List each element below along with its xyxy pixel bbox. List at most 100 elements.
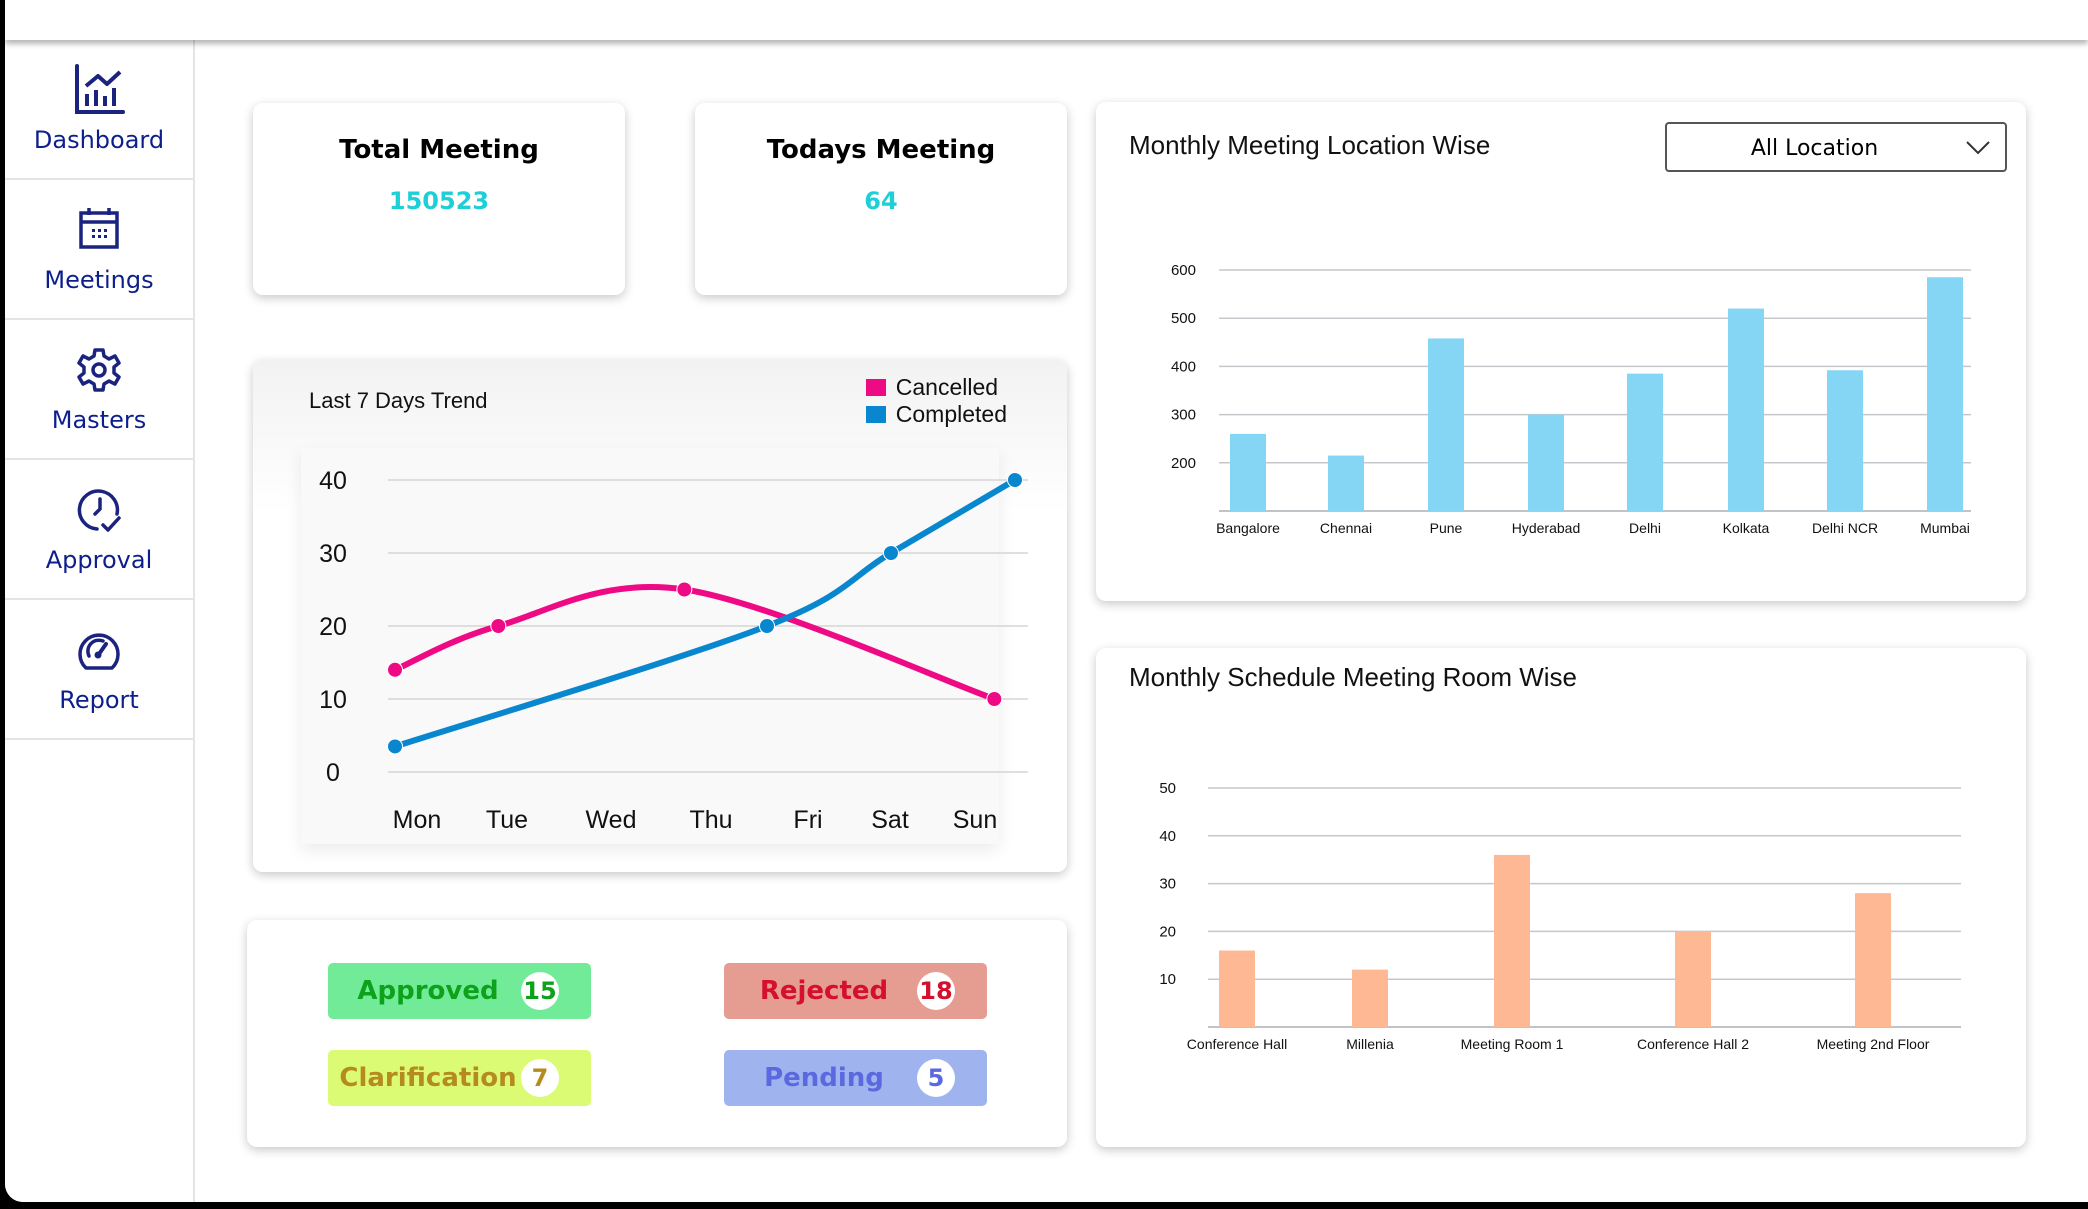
sidebar-item-label: Masters [51, 406, 147, 434]
x-tick-label: Delhi NCR [1812, 520, 1878, 536]
sidebar: Dashboard Meetings Masters Approval Repo… [5, 40, 195, 1202]
bar [1328, 455, 1364, 511]
data-point-cancelled [676, 581, 693, 598]
series-line-cancelled [392, 584, 998, 702]
bar [1927, 277, 1963, 511]
todays-meeting-value: 64 [864, 187, 898, 215]
y-tick-label: 400 [1171, 358, 1196, 375]
total-meeting-card: Total Meeting 150523 [253, 103, 625, 295]
todays-meeting-title: Todays Meeting [766, 135, 996, 165]
y-tick-label: 200 [1171, 455, 1196, 472]
top-header-bar [5, 0, 2088, 40]
x-tick-label: Sun [953, 806, 997, 834]
location-bar-chart: 200 300 400 500 600 Bangalore Chennai Pune Hyder… [1171, 262, 1971, 536]
sidebar-item-approval[interactable]: Approval [5, 460, 193, 600]
bar [1352, 969, 1388, 1027]
data-point-cancelled [490, 618, 507, 634]
x-tick-label: Thu [689, 806, 732, 834]
pending-label: Pending [764, 1063, 884, 1093]
clock-check-icon [77, 489, 121, 532]
approved-label: Approved [357, 976, 499, 1006]
bar [1627, 373, 1663, 511]
y-tick-label: 0 [326, 759, 340, 787]
x-tick-label: Kolkata [1723, 520, 1770, 536]
y-tick-label: 30 [319, 540, 347, 568]
x-tick-label: Conference Hall 2 [1637, 1036, 1749, 1052]
sidebar-item-dashboard[interactable]: Dashboard [5, 40, 193, 180]
x-tick-label: Hyderabad [1512, 520, 1581, 536]
y-tick-label: 10 [319, 686, 347, 714]
x-tick-label: Meeting Room 1 [1461, 1036, 1564, 1052]
y-tick-label: 500 [1171, 310, 1196, 327]
rejected-label: Rejected [759, 976, 889, 1006]
sidebar-item-label: Dashboard [33, 126, 165, 154]
y-tick-label: 40 [1159, 828, 1176, 845]
status-summary-card: Approved 15 Rejected 18 Clarification 7 … [247, 920, 1067, 1147]
trend-chart-card: Last 7 Days Trend Cancelled Completed 01… [253, 360, 1067, 872]
x-tick-label: Conference Hall [1187, 1036, 1287, 1052]
x-tick-label: Tue [486, 806, 528, 834]
sidebar-item-report[interactable]: Report [5, 600, 193, 740]
app-screen: Dashboard Meetings Masters Approval Repo… [5, 0, 2088, 1202]
x-tick-label: Bangalore [1216, 520, 1280, 536]
y-tick-label: 300 [1171, 407, 1196, 424]
gear-icon [77, 348, 121, 392]
pending-status-button[interactable]: Pending 5 [724, 1050, 987, 1106]
x-tick-label: Mumbai [1920, 520, 1970, 536]
y-tick-label: 600 [1171, 262, 1196, 279]
y-tick-label: 20 [1159, 923, 1176, 940]
chart-icon [75, 64, 125, 114]
data-point-cancelled [387, 661, 403, 678]
y-tick-label: 50 [1159, 780, 1176, 797]
location-chart-card: Monthly Meeting Location Wise All Locati… [1096, 102, 2026, 601]
trend-chart: 0 10 20 30 40 Mon Tue Wed Thu Fri Sat Sun [319, 467, 1028, 834]
x-tick-label: Fri [793, 806, 822, 834]
x-tick-label: Meeting 2nd Floor [1817, 1036, 1930, 1052]
clarification-count: 7 [521, 1059, 559, 1097]
sidebar-item-label: Report [59, 686, 139, 714]
y-tick-label: 40 [319, 467, 347, 495]
y-tick-label: 20 [319, 613, 347, 641]
total-meeting-title: Total Meeting [339, 135, 539, 165]
data-point-completed [883, 545, 899, 561]
bar [1428, 338, 1464, 511]
sidebar-item-label: Meetings [44, 266, 154, 294]
approved-status-button[interactable]: Approved 15 [328, 963, 591, 1019]
clarification-label: Clarification [339, 1063, 517, 1093]
y-tick-label: 30 [1159, 876, 1176, 893]
room-bar-chart: 10 20 30 40 50 Conference Hall Millenia Meeting… [1159, 780, 1961, 1052]
total-meeting-value: 150523 [388, 187, 490, 215]
bar [1728, 308, 1764, 511]
bar [1675, 931, 1711, 1027]
bar [1528, 414, 1564, 511]
calendar-icon [79, 208, 119, 249]
todays-meeting-card: Todays Meeting 64 [695, 103, 1067, 295]
x-tick-label: Wed [586, 806, 637, 834]
data-point-completed [387, 738, 403, 755]
x-tick-label: Delhi [1629, 520, 1661, 536]
x-tick-label: Sat [871, 806, 909, 834]
rejected-status-button[interactable]: Rejected 18 [724, 963, 987, 1019]
x-tick-label: Mon [393, 806, 442, 834]
approved-count: 15 [521, 972, 559, 1010]
room-chart-card: Monthly Schedule Meeting Room Wise 10 20 3… [1096, 648, 2026, 1147]
data-point-completed [1007, 472, 1023, 488]
sidebar-item-meetings[interactable]: Meetings [5, 180, 193, 320]
bar [1827, 370, 1863, 511]
pending-count: 5 [917, 1059, 955, 1097]
x-tick-label: Chennai [1320, 520, 1372, 536]
data-point-completed [759, 618, 775, 634]
series-line-completed [392, 477, 1018, 750]
bar [1230, 433, 1266, 511]
data-point-cancelled [986, 691, 1003, 707]
rejected-count: 18 [917, 972, 955, 1010]
speedometer-icon [78, 633, 120, 670]
sidebar-item-masters[interactable]: Masters [5, 320, 193, 460]
x-tick-label: Pune [1430, 520, 1463, 536]
y-tick-label: 10 [1159, 971, 1176, 988]
x-tick-label: Millenia [1346, 1036, 1394, 1052]
bar [1855, 893, 1891, 1027]
bar [1494, 854, 1530, 1027]
clarification-status-button[interactable]: Clarification 7 [328, 1050, 591, 1106]
bar [1219, 950, 1255, 1027]
